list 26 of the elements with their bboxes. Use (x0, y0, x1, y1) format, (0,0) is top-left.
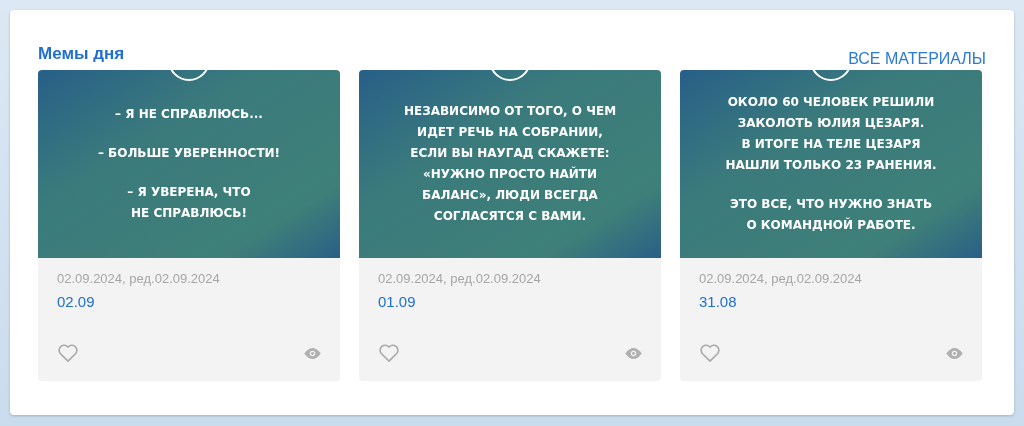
all-materials-link[interactable]: ВСЕ МАТЕРИАЛЫ (848, 50, 986, 68)
eye-icon (304, 347, 321, 359)
meme-text: – Я УВЕРЕНА, ЧТО НЕ СПРАВЛЮСЬ! (127, 184, 251, 222)
ring-icon (810, 70, 852, 81)
meme-text: ЭТО ВСЕ, ЧТО НУЖНО ЗНАТЬ О КОМАНДНОЙ РАБОТЕ. (729, 196, 933, 234)
section-title: Мемы дня (38, 44, 125, 64)
meme-text: ОКОЛО 60 ЧЕЛОВЕК РЕШИЛИ ЗАКОЛОТЬ ЮЛИЯ ЦЕЗАРЯ. В ИТОГЕ НА ТЕЛЕ ЦЕЗАРЯ НАШЛИ ТОЛЬКО 23 РАНЕНИЯ. (725, 94, 937, 174)
date-text: 02.09.2024, ред.02.09.2024 (57, 271, 221, 286)
ring-icon (168, 70, 210, 81)
date-text: 02.09.2024, ред.02.09.2024 (378, 271, 542, 286)
meme-text: НЕЗАВИСИМО ОТ ТОГО, О ЧЕМ ИДЕТ РЕЧЬ НА СОБРАНИИ, ЕСЛИ ВЫ НАУГАД СКАЖЕТЕ: «НУЖНО ПРОСТО НАЙТИ БАЛАНС», ЛЮДИ ВСЕГДА СОГЛАСЯТСЯ С ВАМИ. (403, 103, 617, 225)
card-title[interactable]: 01.09 (378, 293, 642, 310)
meme-text: – БОЛЬШЕ УВЕРЕННОСТИ! (97, 145, 281, 162)
meme-card[interactable]: НЕЗАВИСИМО ОТ ТОГО, О ЧЕМ ИДЕТ РЕЧЬ НА СОБРАНИИ, ЕСЛИ ВЫ НАУГАД СКАЖЕТЕ: «НУЖНО ПРОСТО НАЙТИ БАЛАНС», ЛЮДИ ВСЕГДА СОГЛАСЯТСЯ С ВАМИ. 02.09.2024, ред.02.09.2024 01.09 (359, 70, 661, 381)
eye-icon (625, 347, 642, 359)
meme-text: – Я НЕ СПРАВЛЮСЬ... (115, 106, 263, 123)
card-title[interactable]: 31.08 (699, 293, 963, 310)
eye-icon (946, 347, 963, 359)
meme-card[interactable]: ОКОЛО 60 ЧЕЛОВЕК РЕШИЛИ ЗАКОЛОТЬ ЮЛИЯ ЦЕЗАРЯ. В ИТОГЕ НА ТЕЛЕ ЦЕЗАРЯ НАШЛИ ТОЛЬКО 23 РАНЕНИЯ. ЭТО ВСЕ, ЧТО НУЖНО ЗНАТЬ О КОМАНДНОЙ РАБОТЕ. 02.09.2024, ред.02.09.2024 31.08 (680, 70, 982, 381)
heart-icon[interactable] (699, 343, 721, 363)
heart-icon[interactable] (378, 343, 400, 363)
date-text: 02.09.2024, ред.02.09.2024 (699, 271, 863, 286)
card-title[interactable]: 02.09 (57, 293, 321, 310)
meme-card[interactable]: – Я НЕ СПРАВЛЮСЬ... – БОЛЬШЕ УВЕРЕННОСТИ! – Я УВЕРЕНА, ЧТО НЕ СПРАВЛЮСЬ! 02.09.2024, ред.02.09.2024 02.09 (38, 70, 340, 381)
ring-icon (489, 70, 531, 81)
heart-icon[interactable] (57, 343, 79, 363)
